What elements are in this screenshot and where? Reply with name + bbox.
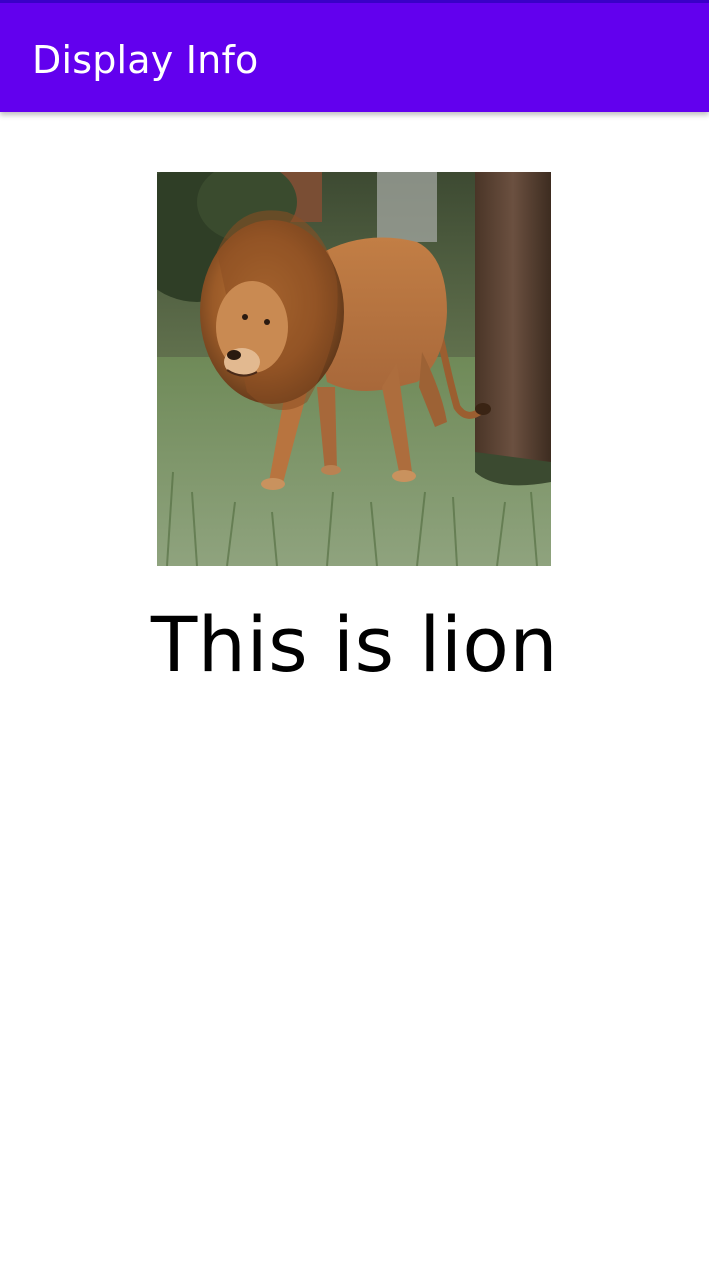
main-content: This is lion [0, 112, 709, 1280]
animal-caption: This is lion [150, 600, 559, 689]
app-bar-title: Display Info [32, 38, 259, 82]
app-bar: Display Info [0, 0, 709, 112]
lion-image [157, 172, 551, 566]
tree-trunk [475, 172, 551, 472]
